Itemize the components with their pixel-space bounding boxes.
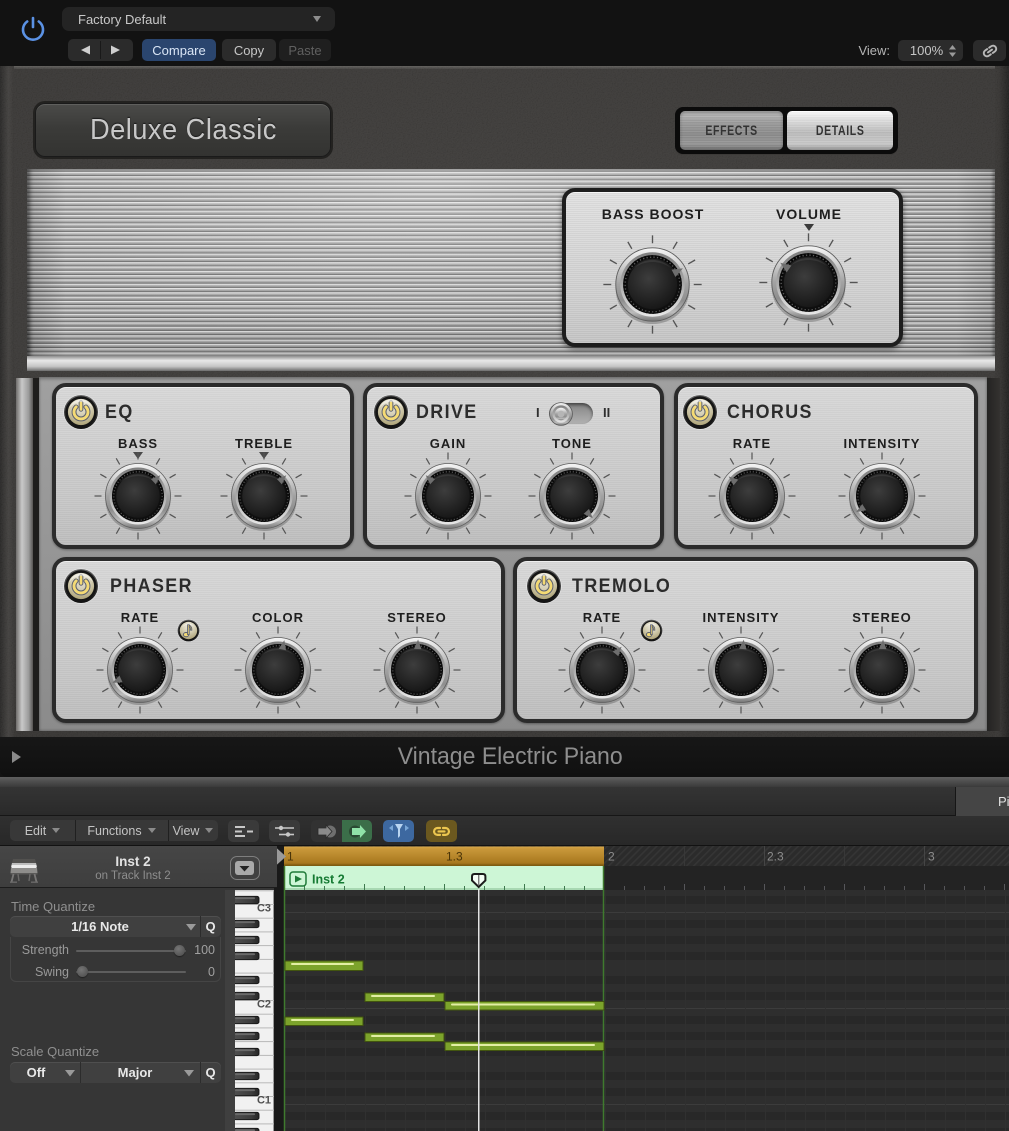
svg-text:1: 1 — [287, 850, 294, 864]
svg-text:C1: C1 — [257, 1095, 271, 1107]
svg-text:2.3: 2.3 — [767, 850, 784, 864]
svg-text:2: 2 — [608, 850, 615, 864]
svg-text:3: 3 — [928, 850, 935, 864]
svg-text:C3: C3 — [257, 903, 271, 915]
svg-text:Inst 2: Inst 2 — [312, 873, 345, 887]
svg-text:C2: C2 — [257, 999, 271, 1011]
svg-text:1.3: 1.3 — [446, 850, 463, 864]
